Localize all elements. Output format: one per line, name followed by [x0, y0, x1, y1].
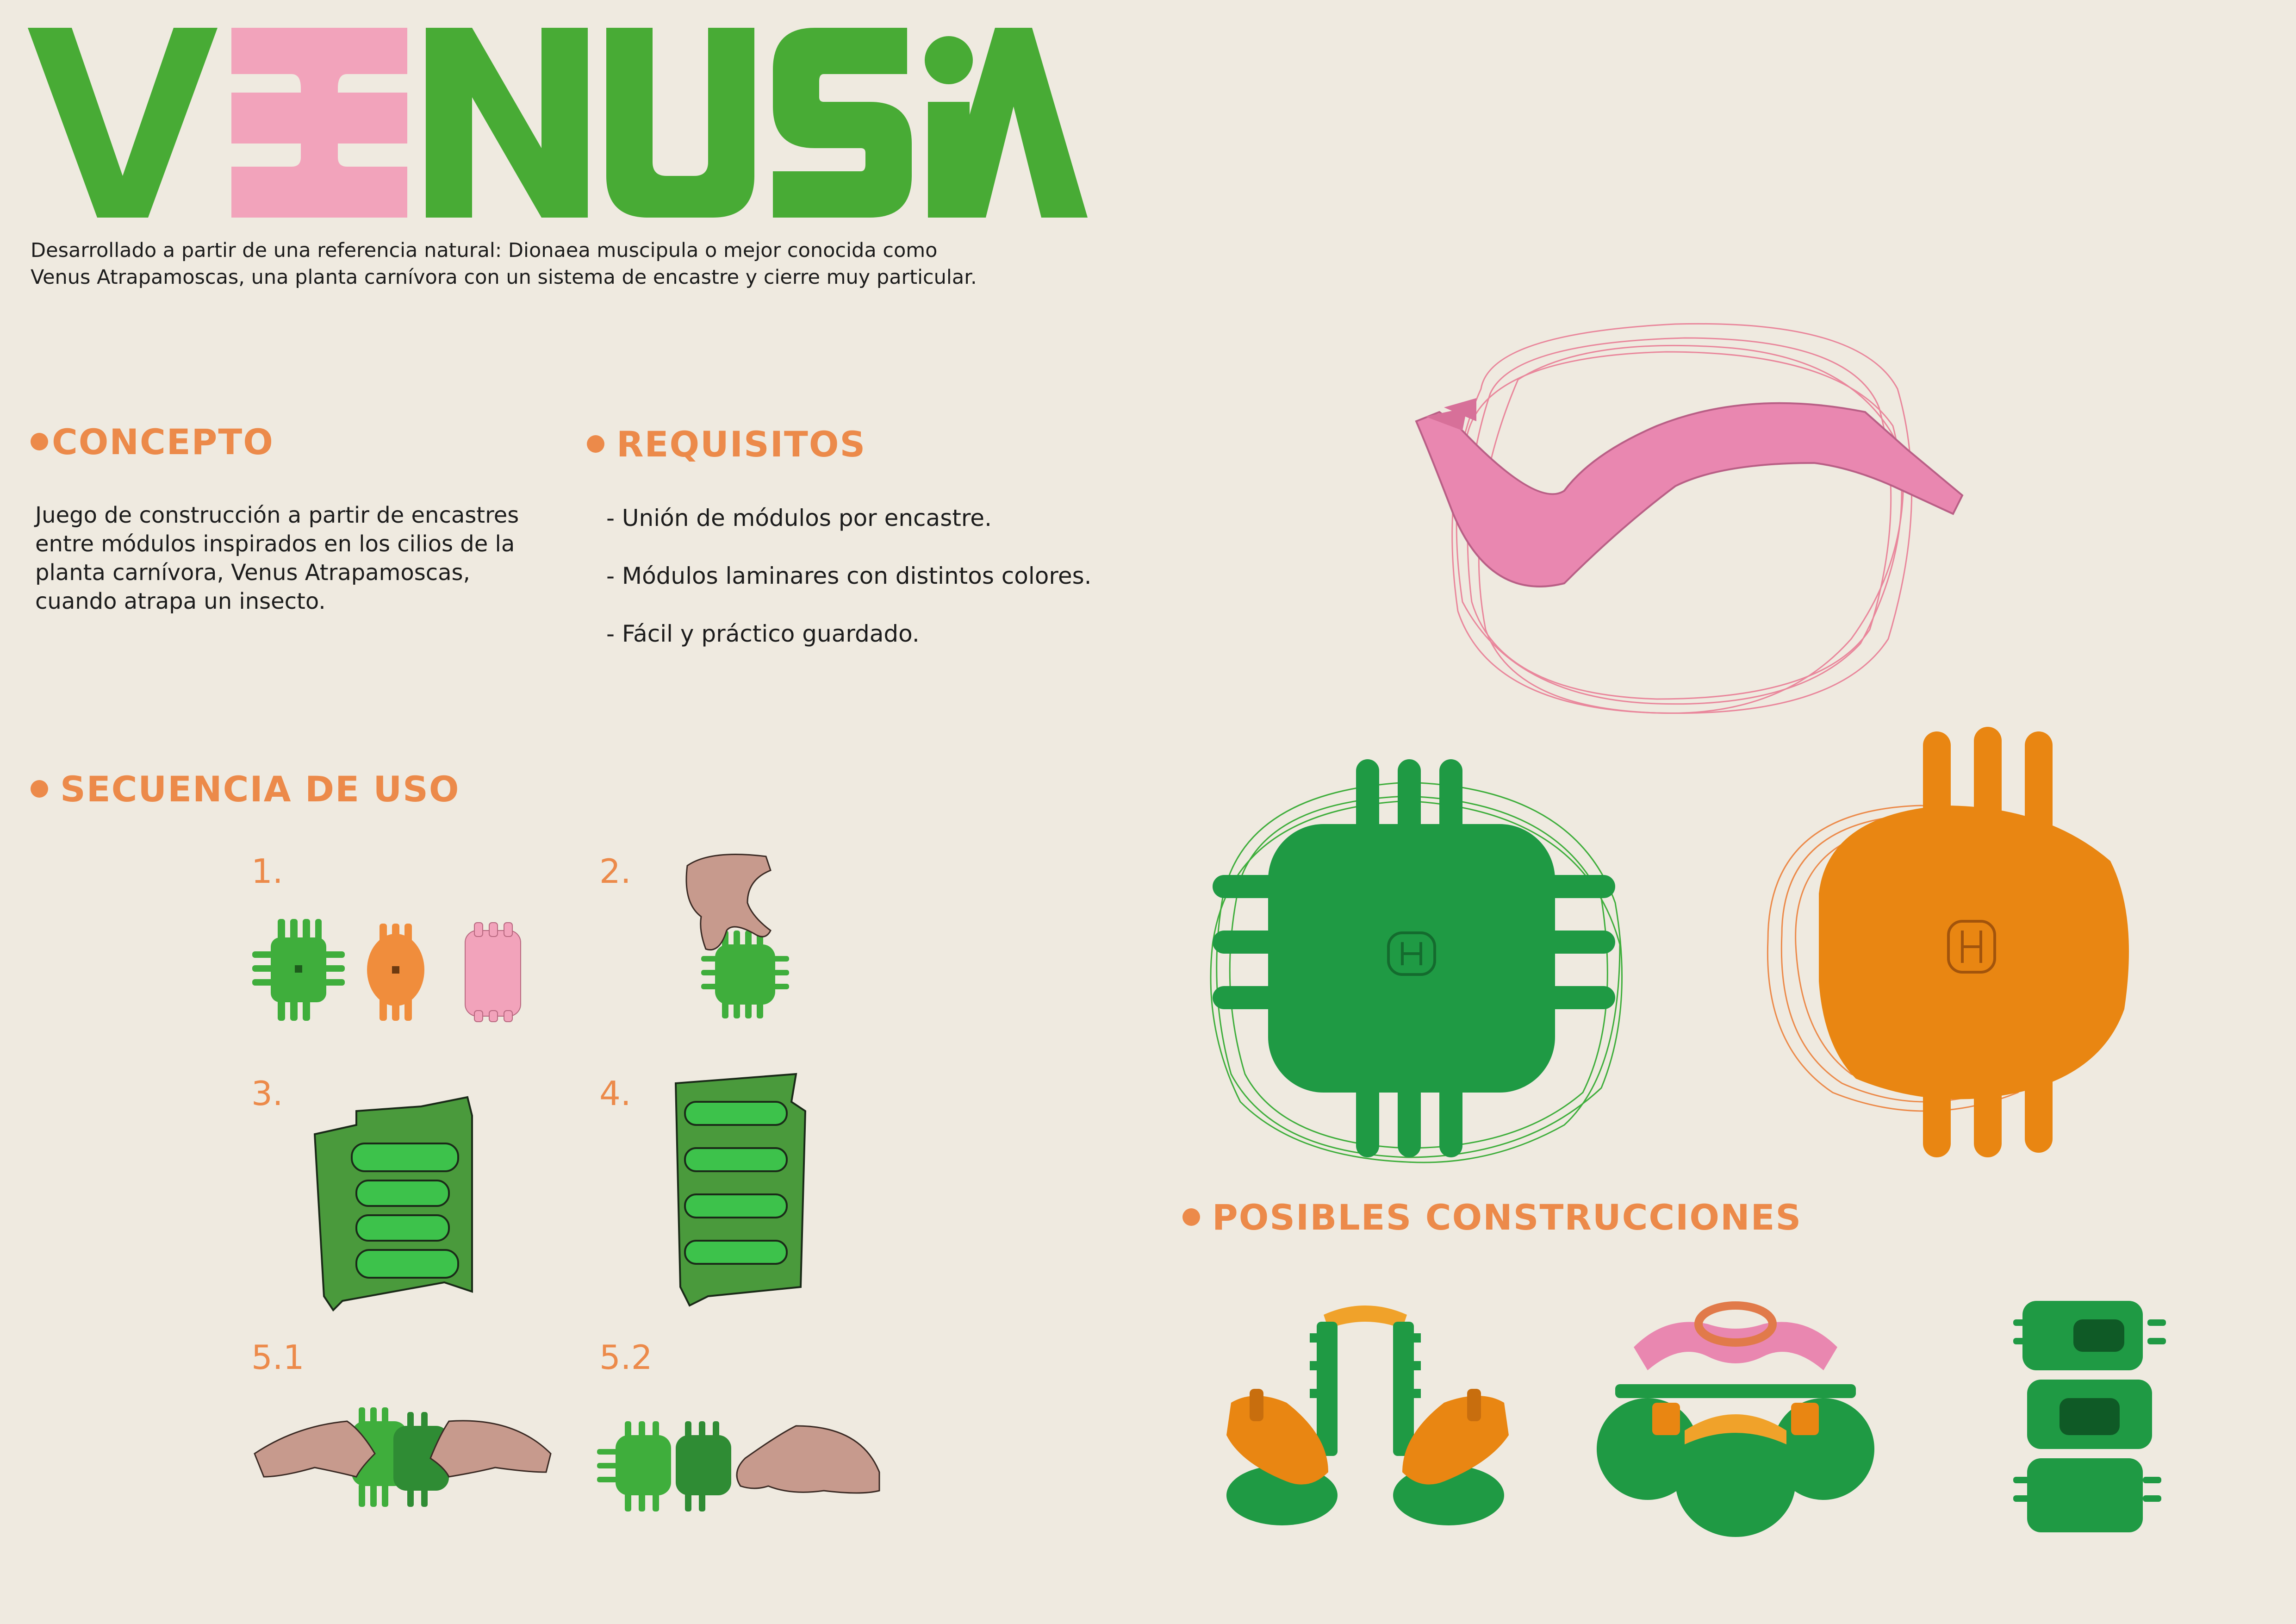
step-1-modules-illustration — [252, 919, 521, 1022]
pink-s-module-shape — [1415, 402, 1964, 587]
step-3-illustration — [313, 1096, 473, 1312]
logo-letter-s — [773, 28, 912, 218]
right-hand-icon — [429, 1420, 552, 1478]
construcciones-heading: POSIBLES CONSTRUCCIONES — [1182, 1197, 1802, 1238]
step-number: 5.2 — [599, 1338, 653, 1377]
intro-line-2: Venus Atrapamoscas, una planta carnívora… — [31, 266, 977, 289]
pink-module-photo — [1415, 323, 1964, 714]
step-number: 5.1 — [251, 1338, 305, 1377]
bullet-dot — [1182, 1208, 1200, 1226]
step-2-hand-illustration — [685, 854, 789, 1018]
orange-module-icon — [367, 924, 424, 1021]
secuencia-heading: SECUENCIA DE USO — [31, 768, 460, 810]
concepto-line: planta carnívora, Venus Atrapamoscas, — [35, 560, 470, 586]
requisito-item: - Módulos laminares con distintos colore… — [606, 562, 1092, 589]
step-5-1-illustration — [254, 1407, 552, 1507]
logo-letter-e — [231, 28, 407, 218]
intro-text: Desarrollado a partir de una referencia … — [31, 237, 1141, 291]
requisito-item: - Unión de módulos por encastre. — [606, 505, 992, 531]
concepto-line: entre módulos inspirados en los cilios d… — [35, 531, 515, 557]
logo-letter-u — [606, 28, 754, 218]
concepto-line: Juego de construcción a partir de encast… — [35, 502, 519, 528]
requisitos-heading: REQUISITOS — [587, 424, 866, 465]
concepto-text: Juego de construcción a partir de encast… — [35, 501, 567, 616]
concepto-heading-text: CONCEPTO — [52, 421, 274, 462]
step-4-illustration — [674, 1073, 807, 1307]
bullet-dot — [587, 435, 604, 453]
requisito-item: - Fácil y práctico guardado. — [606, 620, 920, 647]
construction-3-photo — [2013, 1301, 2166, 1532]
green-module-icon — [676, 1421, 731, 1512]
orange-module-photo — [1767, 727, 2129, 1157]
concepto-line: cuando atrapa un insecto. — [35, 588, 326, 614]
step-5-2-illustration — [597, 1421, 880, 1512]
requisitos-heading-text: REQUISITOS — [616, 424, 866, 465]
bullet-dot — [31, 433, 48, 450]
green-module-icon — [597, 1421, 671, 1512]
step-number: 4. — [599, 1074, 631, 1113]
secuencia-heading-text: SECUENCIA DE USO — [60, 768, 460, 810]
left-hand-icon — [254, 1420, 376, 1478]
concepto-heading: CONCEPTO — [31, 421, 274, 462]
step-number: 3. — [251, 1074, 283, 1113]
green-module-shape — [1213, 759, 1615, 1157]
construction-2-photo — [1597, 1301, 1874, 1537]
step-number: 1. — [251, 852, 283, 891]
logo-letter-n — [426, 28, 588, 218]
logo-letter-v — [28, 28, 218, 218]
pink-module-icon — [465, 922, 521, 1022]
construcciones-heading-text: POSIBLES CONSTRUCCIONES — [1212, 1197, 1802, 1238]
bullet-dot — [31, 780, 48, 798]
green-module-icon — [252, 919, 345, 1021]
step-number: 2. — [599, 852, 631, 891]
construction-1-photo — [1226, 1305, 1509, 1525]
intro-line-1: Desarrollado a partir de una referencia … — [31, 239, 938, 262]
right-hand-icon — [736, 1425, 880, 1494]
venusia-logo — [28, 28, 1088, 218]
green-module-photo — [1210, 759, 1623, 1163]
